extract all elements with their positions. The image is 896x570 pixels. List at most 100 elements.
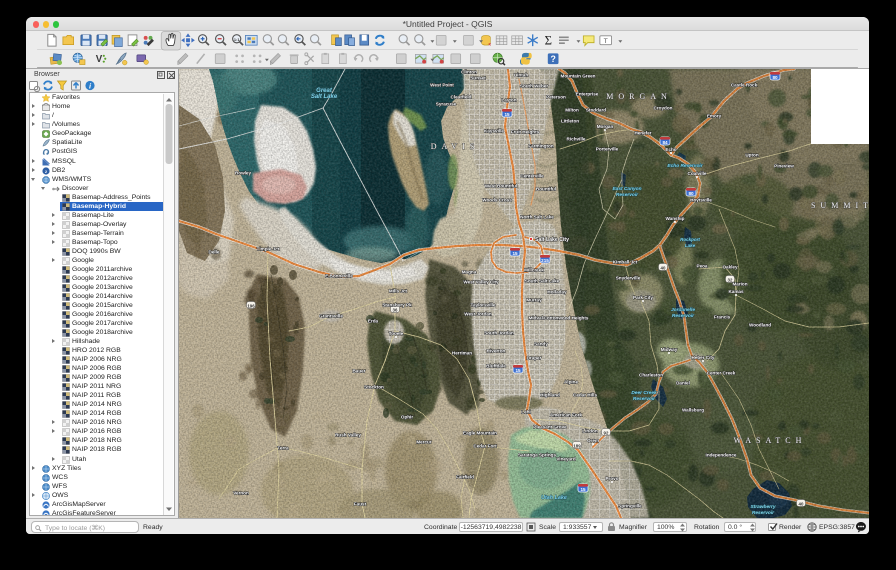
- svg-text:Pineview: Pineview: [774, 164, 794, 169]
- svg-text:Salt Lake: Salt Lake: [311, 94, 338, 100]
- svg-text:Woods Cross: Woods Cross: [482, 198, 512, 203]
- svg-text:Highland: Highland: [540, 393, 560, 398]
- svg-text:196: 196: [247, 304, 255, 309]
- svg-text:Faust: Faust: [354, 502, 367, 507]
- svg-text:Littleton: Littleton: [561, 119, 579, 124]
- svg-text:15: 15: [580, 487, 586, 492]
- svg-text:Syracuse: Syracuse: [436, 102, 457, 107]
- svg-text:South Weber: South Weber: [520, 84, 548, 89]
- svg-text:Cedar Fort: Cedar Fort: [473, 444, 497, 449]
- svg-text:V: V: [96, 54, 103, 65]
- svg-text:T: T: [604, 38, 608, 45]
- svg-text:Tooele: Tooele: [389, 331, 404, 336]
- svg-text:80: 80: [772, 75, 778, 80]
- svg-text:1:1: 1:1: [234, 37, 240, 42]
- svg-text:Midway: Midway: [661, 347, 678, 352]
- svg-text:Peterson: Peterson: [546, 95, 566, 100]
- svg-text:Taylorsville: Taylorsville: [471, 303, 496, 308]
- svg-text:South Salt Lake: South Salt Lake: [525, 279, 560, 284]
- svg-text:189: 189: [573, 444, 581, 449]
- svg-text:Deer Creek: Deer Creek: [631, 390, 657, 396]
- svg-text:Layton: Layton: [501, 98, 516, 103]
- svg-text:Croydon: Croydon: [654, 106, 673, 111]
- svg-text:Pleasant Grove: Pleasant Grove: [533, 425, 567, 430]
- svg-text:Timpie Jct: Timpie Jct: [257, 247, 280, 252]
- svg-text:South Jordan: South Jordan: [484, 331, 514, 336]
- svg-text:Reservoir: Reservoir: [672, 313, 695, 319]
- svg-text:Uintah: Uintah: [514, 73, 528, 78]
- svg-text:Herriman: Herriman: [452, 351, 472, 356]
- svg-text:Castle Rock: Castle Rock: [731, 83, 758, 88]
- svg-text:Mills Jct: Mills Jct: [389, 289, 408, 294]
- svg-text:Heber City: Heber City: [692, 355, 715, 360]
- svg-text:Lindon: Lindon: [582, 429, 598, 434]
- svg-text:Independence: Independence: [706, 453, 737, 458]
- svg-text:West Point: West Point: [430, 83, 454, 88]
- svg-text:Woodland: Woodland: [749, 323, 771, 328]
- svg-text:Utah Lake: Utah Lake: [541, 495, 567, 501]
- svg-text:American Fork: American Fork: [550, 413, 583, 418]
- svg-text:Cottonwood Heights: Cottonwood Heights: [544, 316, 589, 321]
- svg-text:Draper: Draper: [527, 356, 542, 361]
- svg-text:Lake: Lake: [685, 243, 696, 248]
- svg-text:Echo Reservoir: Echo Reservoir: [667, 163, 703, 169]
- svg-text:West Valley City: West Valley City: [463, 280, 499, 285]
- svg-text:Eagle Mountain: Eagle Mountain: [463, 431, 497, 436]
- svg-text:Delle: Delle: [209, 250, 220, 255]
- svg-text:Cedar Hills: Cedar Hills: [573, 393, 597, 398]
- svg-text:Oakley: Oakley: [722, 265, 738, 270]
- svg-text:215: 215: [541, 258, 549, 263]
- svg-text:Henefer: Henefer: [634, 131, 651, 136]
- svg-text:Porterville: Porterville: [596, 147, 619, 152]
- svg-text:Bountiful: Bountiful: [536, 187, 556, 192]
- svg-text:80: 80: [688, 191, 694, 196]
- svg-text:Springville: Springville: [618, 504, 642, 509]
- svg-text:Marion: Marion: [732, 282, 747, 287]
- svg-text:Erda: Erda: [368, 319, 379, 324]
- svg-text:Millcreek: Millcreek: [524, 268, 544, 273]
- svg-text:92: 92: [604, 431, 609, 436]
- svg-text:Centerville: Centerville: [520, 174, 544, 179]
- svg-text:Fruit Heights: Fruit Heights: [511, 130, 540, 135]
- svg-text:Jordanelle: Jordanelle: [671, 307, 695, 313]
- svg-text:Echo: Echo: [665, 147, 676, 152]
- svg-text:Fairfield: Fairfield: [456, 475, 474, 480]
- svg-text:84: 84: [662, 140, 668, 145]
- svg-text:Center Creek: Center Creek: [707, 371, 736, 376]
- svg-text:Wallsburg: Wallsburg: [682, 408, 704, 413]
- svg-text:Charleston: Charleston: [639, 373, 663, 378]
- svg-text:Vineyard: Vineyard: [556, 457, 576, 462]
- svg-text:West Jordan: West Jordan: [464, 312, 492, 317]
- svg-text:Richville: Richville: [567, 137, 586, 142]
- svg-text:Peoa: Peoa: [697, 264, 708, 269]
- svg-text:Murray: Murray: [526, 298, 542, 303]
- svg-text:Mountain Green: Mountain Green: [561, 74, 596, 79]
- svg-text:Lehi: Lehi: [521, 410, 530, 415]
- svg-text:West Bountiful: West Bountiful: [485, 184, 517, 189]
- svg-text:Reservoir: Reservoir: [633, 396, 656, 402]
- svg-text:Grantsville: Grantsville: [319, 314, 343, 319]
- svg-text:Stoddard: Stoddard: [586, 108, 606, 113]
- svg-text:Mercur: Mercur: [416, 440, 432, 445]
- svg-text:Reservoir: Reservoir: [752, 510, 775, 516]
- svg-text:Clinton: Clinton: [461, 70, 477, 75]
- svg-text:Milton: Milton: [565, 108, 579, 113]
- svg-text:Magna: Magna: [462, 270, 477, 275]
- svg-text:Stansbury Pk: Stansbury Pk: [382, 303, 412, 308]
- svg-text:40: 40: [661, 266, 666, 271]
- svg-text:Reservoir: Reservoir: [616, 192, 639, 198]
- svg-text:Sandy: Sandy: [534, 342, 548, 347]
- svg-text:Rockport: Rockport: [680, 237, 700, 242]
- svg-text:Wanship: Wanship: [666, 216, 685, 221]
- svg-text:SUMMIT: SUMMIT: [811, 201, 869, 210]
- svg-text:Terra: Terra: [277, 446, 289, 451]
- svg-text:Salt Lake City: Salt Lake City: [535, 237, 569, 243]
- svg-text:Saratoga Springs: Saratoga Springs: [518, 453, 556, 458]
- svg-text:Snyderville: Snyderville: [616, 276, 641, 281]
- svg-text:Kaysville: Kaysville: [484, 129, 504, 134]
- svg-text:Ophir: Ophir: [401, 415, 413, 420]
- svg-text:15: 15: [504, 112, 510, 117]
- svg-text:Rowley: Rowley: [235, 171, 252, 176]
- svg-text:Francis: Francis: [714, 315, 731, 320]
- svg-text:Upton: Upton: [745, 153, 758, 158]
